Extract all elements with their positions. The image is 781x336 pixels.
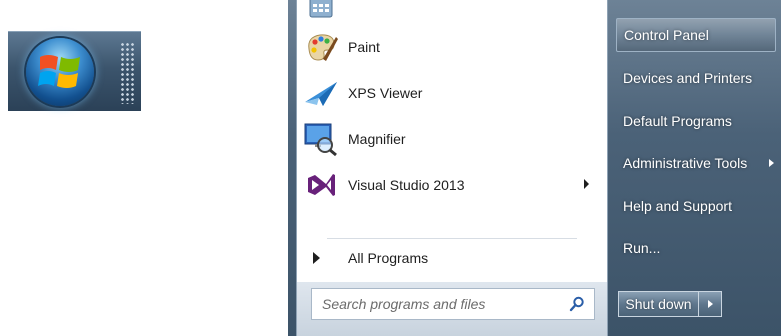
programs-pane: Paint XPS Viewer Magnifier Visual Studio… [296,0,608,290]
magnifier-icon [302,120,340,158]
administrative-tools-item[interactable]: Administrative Tools [616,146,776,180]
search-input[interactable] [320,295,564,313]
help-and-support-item[interactable]: Help and Support [616,189,776,223]
control-panel-label: Control Panel [624,27,709,43]
shutdown-options-button[interactable] [698,291,722,317]
taskbar-start-area [8,31,141,111]
program-visual-studio[interactable]: Visual Studio 2013 [301,165,603,205]
run-item[interactable]: Run... [616,231,776,265]
calculator-icon [302,0,340,23]
devices-and-printers-item[interactable]: Devices and Printers [616,61,776,95]
submenu-arrow-icon[interactable] [584,179,589,189]
chevron-right-icon [707,300,713,308]
program-label: Visual Studio 2013 [348,177,465,193]
control-panel-item[interactable]: Control Panel [616,18,776,52]
devices-and-printers-label: Devices and Printers [623,70,753,86]
all-programs-button[interactable]: All Programs [301,246,603,270]
submenu-arrow-icon [769,159,774,167]
administrative-tools-label: Administrative Tools [623,155,748,171]
program-calculator[interactable] [301,0,603,24]
program-label: XPS Viewer [348,85,423,101]
shutdown-button[interactable]: Shut down [618,291,698,317]
visual-studio-icon [302,166,340,204]
search-area [296,282,608,336]
run-label: Run... [623,240,661,256]
divider [327,238,577,239]
search-icon[interactable] [569,296,585,317]
default-programs-label: Default Programs [623,113,732,129]
help-and-support-label: Help and Support [623,198,732,214]
start-menu: Paint XPS Viewer Magnifier Visual Studio… [288,0,781,336]
program-paint[interactable]: Paint [301,27,603,67]
triangle-right-icon [313,252,320,264]
all-programs-label: All Programs [348,250,429,266]
xps-viewer-icon [302,74,340,112]
search-box[interactable] [311,288,595,320]
program-magnifier[interactable]: Magnifier [301,119,603,159]
right-pane: Control Panel Devices and Printers Defau… [610,0,781,336]
program-label: Paint [348,39,380,55]
shutdown-group: Shut down [618,291,726,317]
program-label: Magnifier [348,131,406,147]
windows-orb-icon[interactable] [26,38,94,106]
default-programs-item[interactable]: Default Programs [616,104,776,138]
program-xps-viewer[interactable]: XPS Viewer [301,73,603,113]
taskbar-grip[interactable] [120,42,136,104]
paint-icon [302,28,340,66]
